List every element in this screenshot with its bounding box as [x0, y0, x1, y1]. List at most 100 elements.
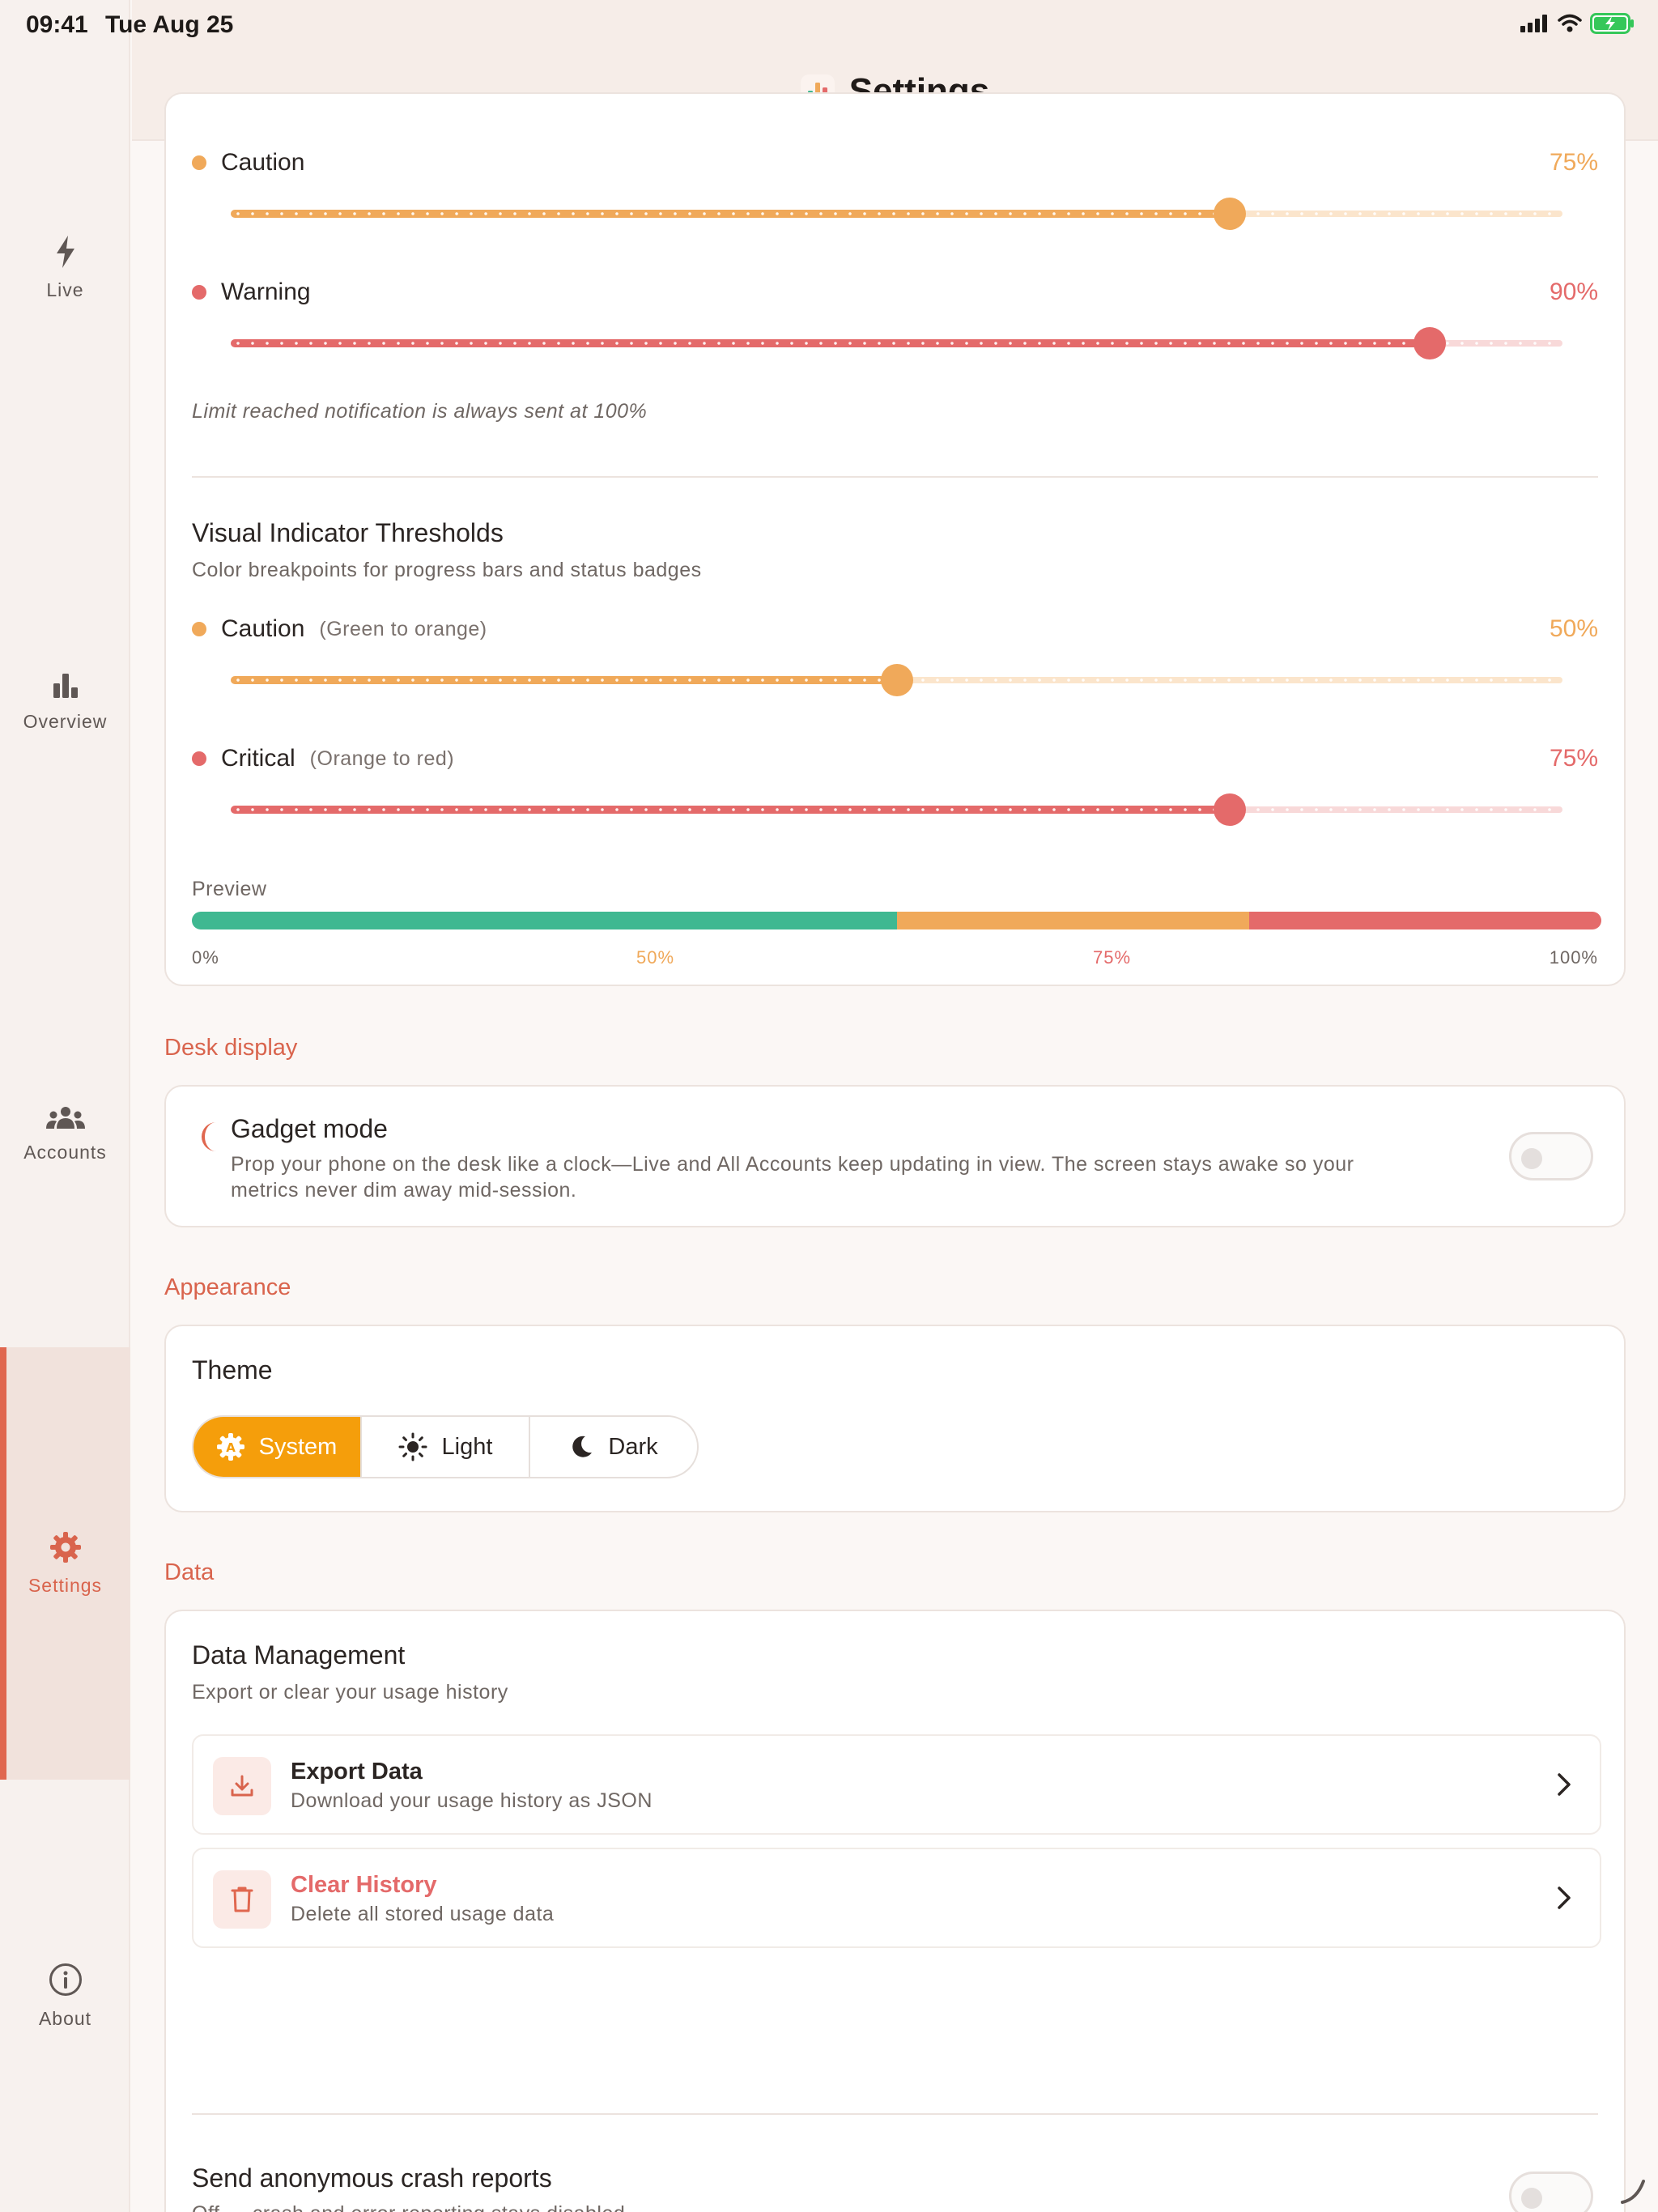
sidebar: Live Overview Accounts Settings About [0, 0, 130, 2212]
preview-segment-green [192, 912, 897, 929]
sidebar-item-label: Settings [28, 1574, 103, 1596]
caution-dot [192, 155, 206, 170]
crash-reports-toggle[interactable] [1509, 2172, 1593, 2212]
crash-reports-title: Send anonymous crash reports [192, 2163, 552, 2193]
clear-history-title: Clear History [291, 1872, 437, 1898]
visual-caution-label: Caution [221, 615, 305, 642]
status-date: Tue Aug 25 [105, 11, 234, 38]
warning-percent: 90% [1549, 279, 1598, 305]
clear-history-button[interactable]: Clear History Delete all stored usage da… [192, 1848, 1601, 1948]
visual-critical-sub: (Orange to red) [309, 747, 455, 770]
slider-thumb[interactable] [880, 664, 913, 696]
sidebar-item-settings[interactable]: Settings [0, 1347, 130, 1780]
preview-tick-75: 75% [1093, 947, 1132, 968]
preview-tick-100: 100% [1549, 947, 1598, 968]
bar-chart-icon [53, 673, 78, 698]
visual-critical-slider[interactable] [231, 793, 1562, 826]
section-appearance: Appearance [164, 1274, 291, 1300]
preview-tick-0: 0% [192, 947, 219, 968]
theme-option-label: System [258, 1433, 338, 1460]
preview-bar [192, 912, 1601, 929]
data-card: Data Management Export or clear your usa… [164, 1610, 1626, 2212]
warning-notification-slider[interactable] [231, 327, 1562, 359]
sidebar-item-label: Accounts [23, 1141, 107, 1163]
gear-icon [49, 1531, 81, 1563]
visual-thresholds-description: Color breakpoints for progress bars and … [192, 559, 702, 581]
export-data-title: Export Data [291, 1759, 423, 1784]
clear-history-subtitle: Delete all stored usage data [291, 1903, 555, 1925]
sun-icon [398, 1432, 427, 1461]
theme-option-label: Dark [608, 1433, 658, 1460]
data-management-description: Export or clear your usage history [192, 1681, 508, 1704]
export-data-button[interactable]: Export Data Download your usage history … [192, 1734, 1601, 1835]
chevron-right-icon [1558, 1887, 1571, 1909]
moon-icon [572, 1436, 593, 1457]
crash-reports-subtitle: Off — crash and error reporting stays di… [192, 2202, 631, 2212]
slider-thumb[interactable] [1213, 793, 1246, 826]
sidebar-item-accounts[interactable]: Accounts [0, 918, 130, 1351]
data-management-title: Data Management [192, 1640, 406, 1670]
warning-dot [192, 285, 206, 300]
slider-thumb[interactable] [1413, 327, 1446, 359]
theme-option-label: Light [441, 1433, 493, 1460]
preview-segment-orange [896, 912, 1249, 929]
svg-text:A: A [226, 1440, 236, 1455]
scroll-indicator-icon [1621, 2180, 1645, 2204]
status-icons [1520, 13, 1635, 34]
gadget-mode-toggle[interactable] [1509, 1132, 1593, 1180]
toggle-knob [1521, 2188, 1542, 2209]
export-data-subtitle: Download your usage history as JSON [291, 1789, 653, 1812]
caution-percent: 75% [1549, 149, 1598, 176]
theme-option-dark[interactable]: Dark [530, 1417, 697, 1477]
gadget-mode-description-1: Prop your phone on the desk like a clock… [231, 1153, 1354, 1176]
preview-segment-red [1248, 912, 1601, 929]
slider-thumb[interactable] [1213, 198, 1246, 230]
warning-row-title: Warning [192, 279, 311, 306]
chevron-right-icon [1558, 1773, 1571, 1796]
divider [192, 476, 1598, 478]
sidebar-item-live[interactable]: Live [0, 52, 130, 484]
visual-caution-percent: 50% [1549, 615, 1598, 642]
status-bar: 09:41 Tue Aug 25 [0, 0, 1658, 52]
theme-option-system[interactable]: A System [193, 1417, 362, 1477]
section-data: Data [164, 1559, 215, 1585]
sidebar-item-label: Overview [23, 710, 108, 732]
sidebar-item-label: Live [46, 279, 84, 300]
visual-critical-percent: 75% [1549, 745, 1598, 772]
gadget-mode-title: Gadget mode [231, 1114, 388, 1143]
theme-option-light[interactable]: Light [362, 1417, 530, 1477]
visual-caution-slider[interactable] [231, 664, 1562, 696]
trash-icon-container [213, 1870, 271, 1929]
wifi-icon [1558, 14, 1582, 32]
bolt-icon [56, 235, 74, 268]
warning-label: Warning [221, 279, 311, 305]
visual-thresholds-title: Visual Indicator Thresholds [192, 518, 504, 547]
theme-title: Theme [192, 1355, 273, 1385]
preview-label: Preview [192, 878, 267, 900]
desk-display-card: Gadget mode Prop your phone on the desk … [164, 1085, 1626, 1227]
visual-critical-row-title: Critical (Orange to red) [192, 745, 454, 772]
cellular-signal-icon [1520, 15, 1547, 32]
battery-charging-icon [1590, 13, 1634, 34]
sidebar-item-about[interactable]: About [0, 1780, 130, 2212]
sidebar-item-overview[interactable]: Overview [0, 486, 130, 918]
caution-notification-slider[interactable] [231, 198, 1562, 230]
auto-theme-icon: A [216, 1433, 244, 1461]
divider [192, 2113, 1598, 2115]
download-icon-container [213, 1757, 271, 1815]
moon-icon [202, 1122, 216, 1151]
caution-row-title: Caution [192, 149, 304, 177]
caution-label: Caution [221, 149, 305, 176]
status-time: 09:41 [26, 11, 88, 38]
sidebar-item-label: About [38, 2007, 92, 2029]
theme-segmented-control: A System Light Dark [192, 1415, 699, 1478]
download-icon [231, 1775, 253, 1797]
preview-tick-50: 50% [636, 947, 675, 968]
people-icon [45, 1106, 85, 1129]
trash-icon [231, 1887, 253, 1912]
visual-critical-label: Critical [221, 745, 295, 772]
gadget-mode-description-2: metrics never dim away mid-session. [231, 1179, 577, 1202]
critical-dot [192, 751, 206, 766]
section-desk-display: Desk display [164, 1035, 298, 1061]
thresholds-card: Caution 75% Warning 90% Limit reached no… [164, 92, 1626, 986]
